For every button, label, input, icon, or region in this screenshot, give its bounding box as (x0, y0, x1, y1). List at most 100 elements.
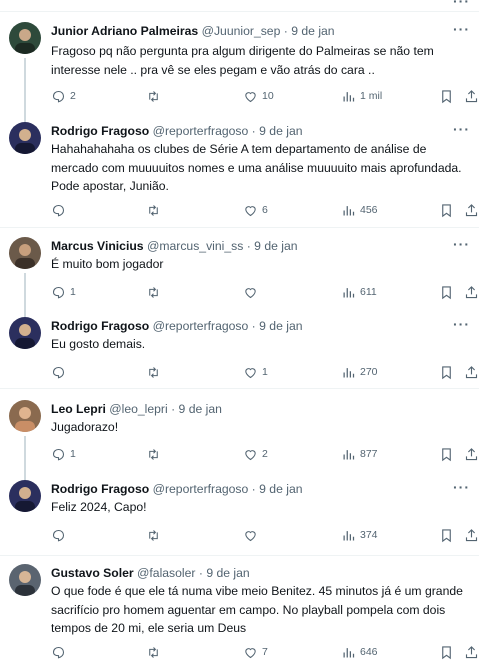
tweet[interactable]: Rodrigo Fragoso @reporterfragoso · 9 de … (0, 120, 479, 228)
more-options-icon[interactable]: ··· (453, 0, 470, 10)
author-name[interactable]: Junior Adriano Palmeiras (51, 24, 198, 38)
retweet-button[interactable] (146, 283, 161, 301)
retweet-icon (149, 646, 158, 658)
avatar[interactable] (9, 480, 41, 512)
reply-button[interactable]: 2 (51, 87, 76, 105)
share-button[interactable] (464, 445, 479, 463)
dot-separator: · (246, 239, 251, 253)
bookmark-button[interactable] (439, 526, 454, 544)
more-options-icon[interactable]: ··· (453, 315, 470, 333)
view-count: 456 (360, 204, 378, 216)
share-button[interactable] (464, 363, 479, 381)
bookmark-button[interactable] (439, 363, 454, 381)
user-avatar-icon (15, 487, 35, 512)
tweet[interactable]: Gustavo Soler @falasoler · 9 de jan O qu… (0, 564, 479, 667)
author-name[interactable]: Rodrigo Fragoso (51, 482, 149, 496)
tweet-date[interactable]: 9 de jan (291, 24, 334, 38)
like-button[interactable]: 10 (243, 87, 274, 105)
bookmark-button[interactable] (439, 283, 454, 301)
views-button[interactable]: 374 (341, 526, 378, 544)
author-handle[interactable]: @Juunior_sep (202, 24, 281, 38)
retweet-button[interactable] (146, 445, 161, 463)
tweet-text: O que fode é que ele tá numa vibe meio B… (51, 584, 463, 635)
share-button[interactable] (464, 283, 479, 301)
bookmark-button[interactable] (439, 87, 454, 105)
tweet-date[interactable]: 9 de jan (259, 319, 302, 333)
reply-count: 1 (70, 448, 76, 460)
avatar[interactable] (9, 237, 41, 269)
author-name[interactable]: Gustavo Soler (51, 566, 134, 580)
avatar[interactable] (9, 564, 41, 596)
tweet-header: Rodrigo Fragoso @reporterfragoso · 9 de … (51, 480, 303, 498)
author-handle[interactable]: @reporterfragoso (153, 319, 249, 333)
author-name[interactable]: Marcus Vinicius (51, 239, 144, 253)
tweet-date[interactable]: 9 de jan (259, 124, 302, 138)
bookmark-button[interactable] (439, 201, 454, 219)
more-options-icon[interactable]: ··· (453, 20, 470, 38)
bookmark-icon (442, 285, 451, 299)
reply-button[interactable] (51, 526, 66, 544)
views-button[interactable]: 1 mil (341, 87, 382, 105)
reply-button[interactable]: 1 (51, 445, 76, 463)
share-icon (465, 285, 478, 298)
bookmark-button[interactable] (439, 643, 454, 661)
author-handle[interactable]: @marcus_vini_ss (147, 239, 243, 253)
more-options-icon[interactable]: ··· (453, 120, 470, 138)
reply-button[interactable] (51, 643, 66, 661)
avatar[interactable] (9, 22, 41, 54)
reply-button[interactable]: 1 (51, 283, 76, 301)
tweet-actions: 1 270 (51, 363, 479, 381)
views-button[interactable]: 456 (341, 201, 378, 219)
retweet-button[interactable] (146, 87, 161, 105)
like-button[interactable]: 7 (243, 643, 268, 661)
more-options-icon[interactable]: ··· (453, 235, 470, 253)
views-button[interactable]: 611 (341, 283, 377, 301)
tweet[interactable]: Rodrigo Fragoso @reporterfragoso · 9 de … (0, 478, 479, 556)
retweet-button[interactable] (146, 643, 161, 661)
retweet-button[interactable] (146, 363, 161, 381)
tweet-date[interactable]: 9 de jan (254, 239, 297, 253)
tweet-date[interactable]: 9 de jan (259, 482, 302, 496)
like-button[interactable]: 1 (243, 363, 268, 381)
tweet[interactable]: Leo Lepri @leo_lepri · 9 de jan Jugadora… (0, 400, 479, 480)
author-name[interactable]: Rodrigo Fragoso (51, 124, 149, 138)
retweet-button[interactable] (146, 526, 161, 544)
share-button[interactable] (464, 201, 479, 219)
views-button[interactable]: 877 (341, 445, 378, 463)
view-count: 1 mil (360, 90, 383, 102)
views-button[interactable]: 270 (341, 363, 378, 381)
like-button[interactable]: 2 (243, 445, 268, 463)
bookmark-button[interactable] (439, 445, 454, 463)
share-button[interactable] (464, 643, 479, 661)
avatar[interactable] (9, 400, 41, 432)
avatar[interactable] (9, 317, 41, 349)
reply-icon (52, 448, 65, 460)
author-handle[interactable]: @leo_lepri (109, 402, 167, 416)
tweet[interactable]: Marcus Vinicius @marcus_vini_ss · 9 de j… (0, 235, 479, 317)
reply-button[interactable] (51, 201, 66, 219)
more-options-icon[interactable]: ··· (453, 478, 470, 496)
author-handle[interactable]: @falasoler (137, 566, 195, 580)
views-chart-icon (343, 91, 355, 101)
user-avatar-icon (15, 407, 35, 432)
author-name[interactable]: Leo Lepri (51, 402, 106, 416)
tweet-date[interactable]: 9 de jan (206, 566, 249, 580)
share-button[interactable] (464, 87, 479, 105)
tweet-actions: 1 611 (51, 283, 479, 301)
tweet[interactable]: Junior Adriano Palmeiras @Juunior_sep · … (0, 20, 479, 122)
share-button[interactable] (464, 526, 479, 544)
retweet-icon (149, 366, 158, 378)
retweet-button[interactable] (146, 201, 161, 219)
author-name[interactable]: Rodrigo Fragoso (51, 319, 149, 333)
tweet-actions: 6 456 (51, 201, 479, 219)
tweet[interactable]: Rodrigo Fragoso @reporterfragoso · 9 de … (0, 315, 479, 389)
like-button[interactable]: 6 (243, 201, 268, 219)
avatar[interactable] (9, 122, 41, 154)
reply-button[interactable] (51, 363, 66, 381)
like-button[interactable] (243, 283, 258, 301)
like-button[interactable] (243, 526, 258, 544)
tweet-date[interactable]: 9 de jan (179, 402, 222, 416)
views-button[interactable]: 646 (341, 643, 378, 661)
author-handle[interactable]: @reporterfragoso (153, 124, 249, 138)
author-handle[interactable]: @reporterfragoso (153, 482, 249, 496)
